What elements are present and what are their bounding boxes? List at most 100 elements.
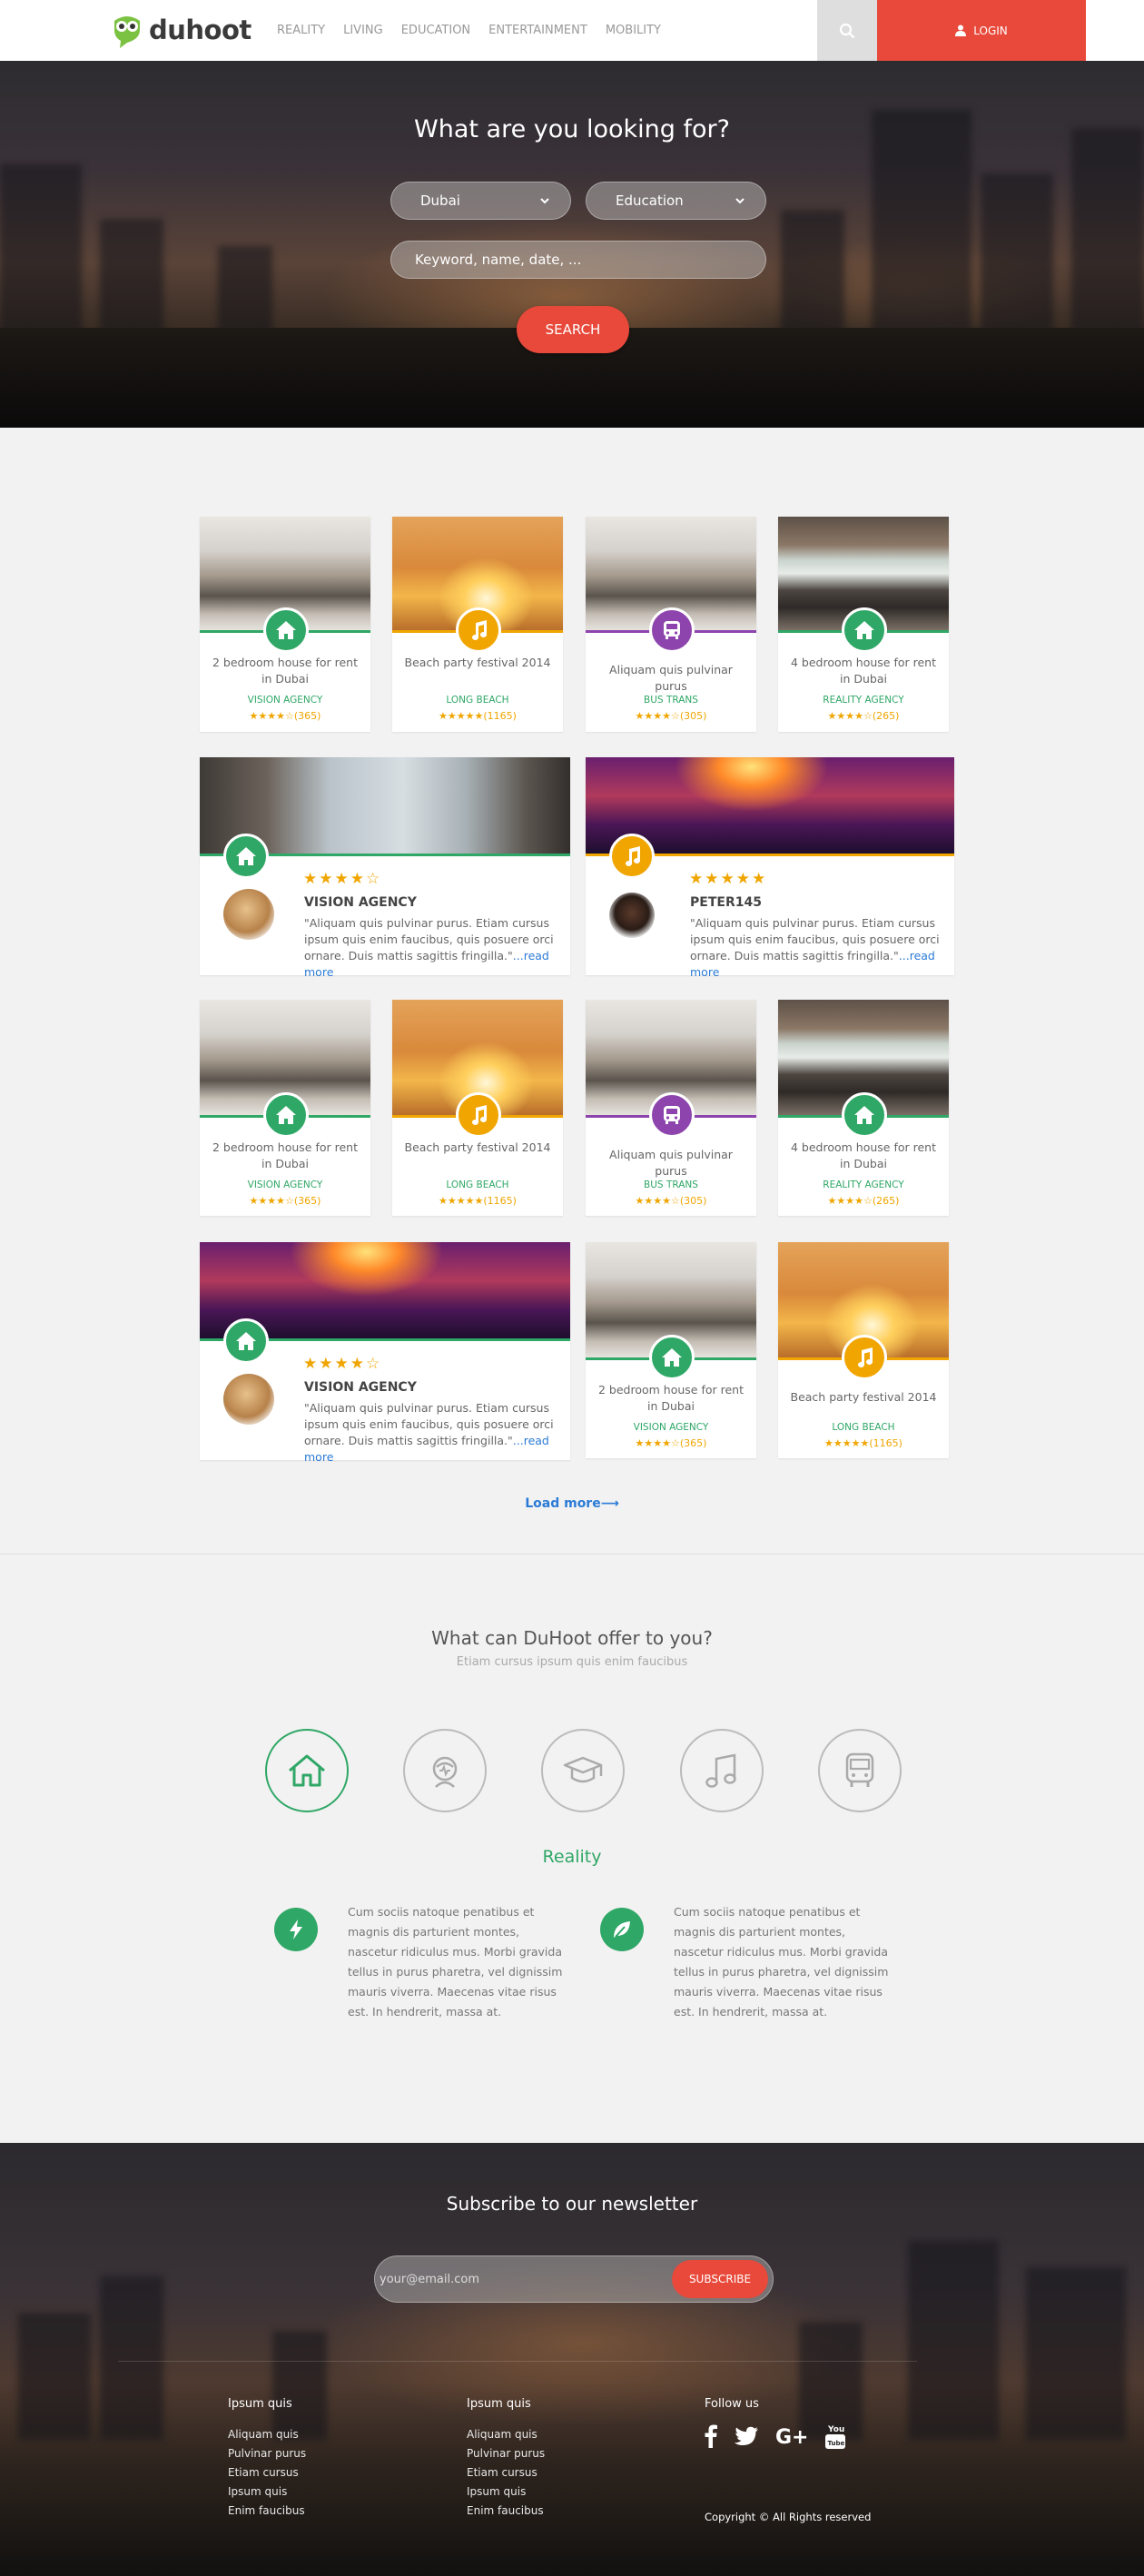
category-reality[interactable] [265, 1729, 349, 1812]
footer-link[interactable]: Etiam cursus [228, 2466, 299, 2479]
footer-link[interactable]: Aliquam quis [467, 2428, 537, 2441]
reviewer-name: VISION AGENCY [304, 895, 417, 910]
nav-search-button[interactable] [817, 0, 877, 61]
card-title: Aliquam quis pulvinar purus [609, 663, 733, 693]
review-count: (305) [679, 710, 707, 722]
stars: ★★★★★ [439, 710, 484, 722]
card-agency: REALITY AGENCY [823, 1179, 904, 1190]
card-rating: ★★★★☆(265) [778, 710, 949, 722]
listing-card[interactable]: 4 bedroom house for rent in Dubai REALIT… [778, 517, 949, 732]
bolt-icon [274, 1908, 318, 1951]
review-card[interactable]: ★★★★☆ VISION AGENCY "Aliquam quis pulvin… [200, 1242, 570, 1464]
newsletter-title: Subscribe to our newsletter [446, 2193, 698, 2215]
category-mobility[interactable] [818, 1729, 902, 1812]
review-count: (365) [679, 1437, 707, 1449]
logo[interactable]: duhoot [109, 11, 251, 49]
avatar [223, 889, 274, 940]
offer-subtitle: Etiam cursus ipsum quis enim faucibus [456, 1655, 688, 1669]
stars: ★★★★☆ [635, 1195, 680, 1207]
nav-link-entertainment[interactable]: ENTERTAINMENT [488, 24, 587, 37]
footer-link[interactable]: Pulvinar purus [467, 2447, 545, 2460]
footer-link[interactable]: Ipsum quis [228, 2485, 287, 2498]
card-agency: VISION AGENCY [247, 695, 323, 706]
footer-link[interactable]: Ipsum quis [467, 2485, 526, 2498]
copyright: Copyright © All Rights reserved [705, 2511, 872, 2523]
category-value: Education [616, 192, 684, 209]
listing-card[interactable]: Beach party festival 2014 LONG BEACH ★★★… [392, 517, 563, 732]
nav-link-reality[interactable]: REALITY [277, 24, 325, 37]
listing-card[interactable]: Aliquam quis pulvinar purus BUS TRANS ★★… [586, 517, 756, 732]
card-title: Beach party festival 2014 [404, 1140, 551, 1154]
search-button[interactable]: SEARCH [517, 306, 629, 353]
twitter-icon[interactable] [734, 2426, 759, 2446]
review-card[interactable]: ★★★★☆ VISION AGENCY "Aliquam quis pulvin… [200, 757, 570, 979]
stars: ★★★★☆ [249, 710, 294, 722]
footer-link[interactable]: Pulvinar purus [228, 2447, 306, 2460]
facebook-icon[interactable] [705, 2424, 717, 2448]
listing-card[interactable]: 4 bedroom house for rent in Dubai REALIT… [778, 1000, 949, 1216]
stars: ★★★★☆ [303, 1355, 382, 1373]
review-card[interactable]: ★★★★★ PETER145 "Aliquam quis pulvinar pu… [586, 757, 954, 979]
youtube-icon[interactable]: Tube You [824, 2423, 846, 2450]
music-icon [842, 1335, 887, 1380]
bus-icon [649, 1092, 695, 1138]
nav-link-living[interactable]: LIVING [343, 24, 383, 37]
card-rating: ★★★★☆(365) [586, 1437, 756, 1449]
footer-link[interactable]: Enim faucibus [467, 2504, 544, 2517]
education-icon [563, 1756, 603, 1783]
card-agency: LONG BEACH [446, 695, 509, 706]
svg-text:G+: G+ [775, 2426, 808, 2447]
listing-card[interactable]: 2 bedroom house for rent in Dubai VISION… [200, 517, 370, 732]
stars: ★★★★☆ [827, 710, 873, 722]
nav-link-education[interactable]: EDUCATION [401, 24, 470, 37]
category-living[interactable] [403, 1729, 487, 1812]
living-icon [432, 1756, 458, 1788]
subscribe-button[interactable]: SUBSCRIBE [672, 2260, 768, 2298]
login-button[interactable]: LOGIN [877, 0, 1086, 61]
hero-search: What are you looking for? Dubai Educatio… [0, 61, 1144, 428]
category-education[interactable] [541, 1729, 625, 1812]
keyword-placeholder: Keyword, name, date, ... [415, 252, 582, 268]
card-rating: ★★★★☆(305) [586, 1195, 756, 1207]
music-icon [609, 834, 655, 879]
stars: ★★★★☆ [635, 1437, 680, 1449]
review-count: (365) [293, 1195, 321, 1207]
card-rating: ★★★★★(1165) [392, 710, 563, 722]
stars: ★★★★☆ [303, 870, 382, 888]
home-icon [289, 1754, 325, 1787]
listing-card[interactable]: Beach party festival 2014 LONG BEACH ★★★… [778, 1242, 949, 1458]
listing-card[interactable]: 2 bedroom house for rent in Dubai VISION… [586, 1242, 756, 1458]
music-icon [456, 1092, 501, 1138]
listing-card[interactable]: Beach party festival 2014 LONG BEACH ★★★… [392, 1000, 563, 1216]
brand-name: duhoot [149, 15, 251, 45]
category-select[interactable]: Education [586, 182, 766, 220]
card-title: 4 bedroom house for rent in Dubai [790, 656, 936, 686]
review-count: (265) [872, 1195, 900, 1207]
active-category-label: Reality [542, 1847, 602, 1867]
listing-card[interactable]: Aliquam quis pulvinar purus BUS TRANS ★★… [586, 1000, 756, 1216]
music-icon [456, 607, 501, 653]
card-title: 4 bedroom house for rent in Dubai [790, 1140, 936, 1170]
bus-icon [649, 607, 695, 653]
listing-card[interactable]: 2 bedroom house for rent in Dubai VISION… [200, 1000, 370, 1216]
logo-owl-icon [114, 16, 140, 48]
footer-link[interactable]: Etiam cursus [467, 2466, 537, 2479]
footer-link[interactable]: Aliquam quis [228, 2428, 299, 2441]
hero-title: What are you looking for? [414, 115, 730, 143]
home-icon [263, 1092, 309, 1138]
category-entertainment[interactable] [680, 1729, 764, 1812]
google-plus-icon[interactable]: G+ [775, 2425, 808, 2447]
location-select[interactable]: Dubai [390, 182, 571, 220]
leaf-icon [600, 1908, 644, 1951]
card-title: 2 bedroom house for rent in Dubai [597, 1383, 744, 1413]
review-count: (1165) [483, 1195, 517, 1207]
follow-heading: Follow us [705, 2397, 759, 2411]
svg-text:Tube: Tube [828, 2440, 845, 2447]
footer-link[interactable]: Enim faucibus [228, 2504, 305, 2517]
card-title: Beach party festival 2014 [790, 1390, 937, 1404]
footer-column-heading: Ipsum quis [228, 2397, 292, 2411]
load-more-link[interactable]: Load more⟶ [0, 1496, 1144, 1511]
keyword-input[interactable]: Keyword, name, date, ... [390, 241, 766, 279]
nav-link-mobility[interactable]: MOBILITY [606, 24, 661, 37]
card-title: Beach party festival 2014 [404, 656, 551, 669]
